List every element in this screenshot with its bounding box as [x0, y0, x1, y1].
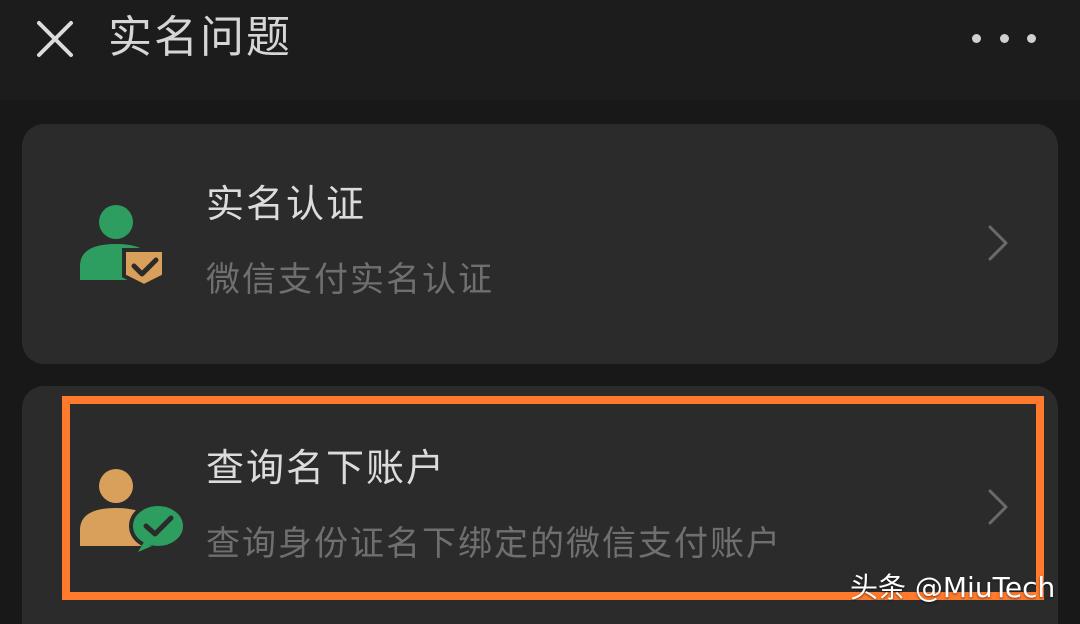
more-dot: [999, 33, 1009, 43]
item-title: 实名认证: [206, 182, 367, 226]
page-title: 实名问题: [108, 12, 292, 63]
more-dot: [1027, 33, 1036, 43]
item-subtitle: 查询身份证名下绑定的微信支付账户: [206, 524, 782, 564]
user-verified-icon: [80, 205, 166, 288]
top-bar: 实名问题: [0, 0, 1080, 100]
item-title: 查询名下账户: [206, 446, 447, 490]
watermark: 头条 @MiuTech: [850, 571, 1056, 604]
user-wechat-icon: [80, 469, 187, 552]
close-button[interactable]: [30, 14, 80, 64]
more-button[interactable]: [972, 22, 1036, 54]
page: 实名问题 实名认证 微信支付实名认证 查询名下账户 查询身份证名下绑定的微信支付…: [0, 0, 1080, 624]
more-dots-icon: [972, 33, 981, 43]
item-subtitle: 微信支付实名认证: [206, 260, 494, 300]
chevron-right-icon: [988, 489, 1008, 525]
chevron-right-icon: [988, 225, 1008, 261]
list-item-real-name-verification[interactable]: 实名认证 微信支付实名认证: [22, 124, 1058, 364]
close-icon: [37, 21, 73, 57]
